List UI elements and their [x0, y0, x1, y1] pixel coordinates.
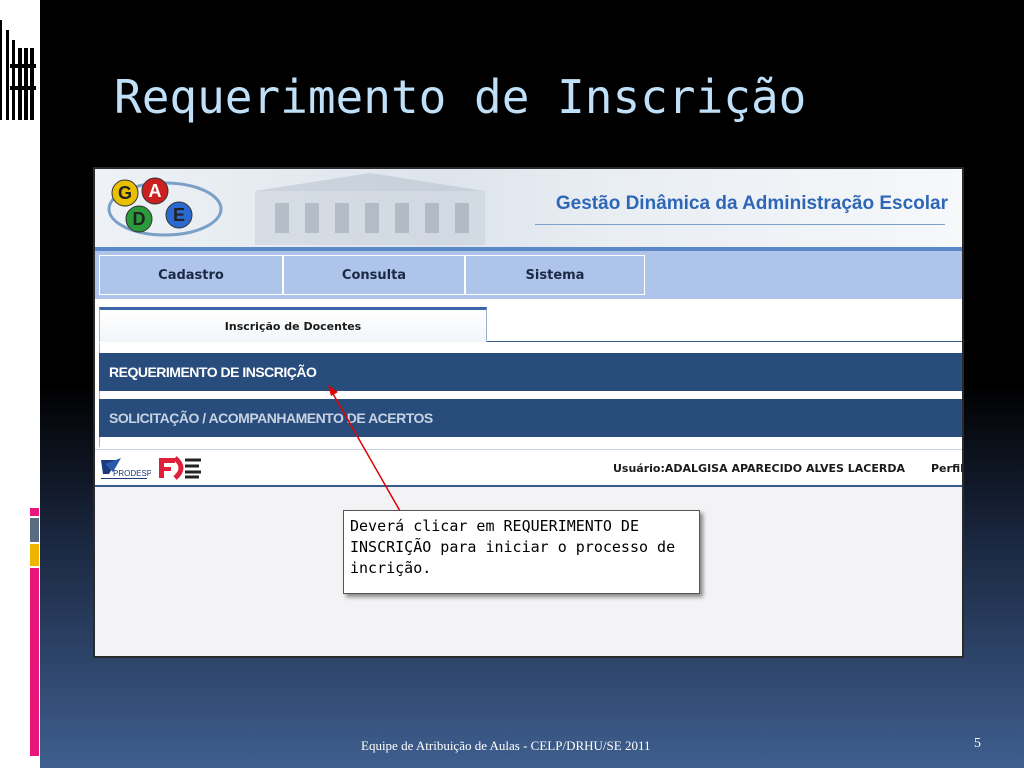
- logo-letter-e: E: [173, 205, 185, 225]
- menu-cadastro[interactable]: Cadastro: [99, 255, 283, 295]
- slide-footer: Equipe de Atribuição de Aulas - CELP/DRH…: [361, 738, 651, 753]
- instruction-callout: Deverá clicar em REQUERIMENTO DE INSCRIÇ…: [343, 510, 700, 594]
- tab-inscricao-docentes[interactable]: Inscrição de Docentes: [99, 307, 487, 342]
- accent-bars: [30, 508, 39, 756]
- requerimento-inscricao-button[interactable]: REQUERIMENTO DE INSCRIÇÃO: [99, 353, 962, 391]
- left-strip: [0, 0, 40, 768]
- slide-title: Requerimento de Inscrição: [114, 70, 807, 124]
- app-header: G A D E Gestão Dinâmica da Administração…: [95, 169, 962, 249]
- fde-logo: [159, 456, 201, 480]
- logo-letter-g: G: [118, 183, 132, 203]
- tab-bar: Inscrição de Docentes: [95, 301, 962, 345]
- solicitacao-acertos-button[interactable]: SOLICITAÇÃO / ACOMPANHAMENTO DE ACERTOS: [99, 399, 962, 437]
- prodesp-label: PRODESP: [113, 469, 151, 478]
- user-label: Usuário:ADALGISA APARECIDO ALVES LACERDA: [613, 462, 905, 475]
- building-image: [255, 173, 485, 245]
- logo-letter-a: A: [149, 181, 162, 201]
- menu-bar: Cadastro Consulta Sistema: [95, 251, 962, 299]
- menu-consulta[interactable]: Consulta: [283, 255, 465, 295]
- perfil-label: Perfil: [931, 462, 964, 475]
- app-title: Gestão Dinâmica da Administração Escolar: [555, 193, 948, 214]
- prodesp-logo: PRODESP: [101, 458, 151, 479]
- slide-number: 5: [974, 736, 981, 751]
- window-icon: [0, 20, 36, 120]
- logo-letter-d: D: [133, 209, 146, 229]
- gdae-logo: G A D E: [107, 177, 223, 237]
- menu-sistema[interactable]: Sistema: [465, 255, 645, 295]
- tab-underline: [487, 341, 962, 342]
- app-footer: PRODESP Usuário:ADALGISA APARECIDO ALVES…: [95, 449, 964, 487]
- header-divider: [535, 224, 945, 225]
